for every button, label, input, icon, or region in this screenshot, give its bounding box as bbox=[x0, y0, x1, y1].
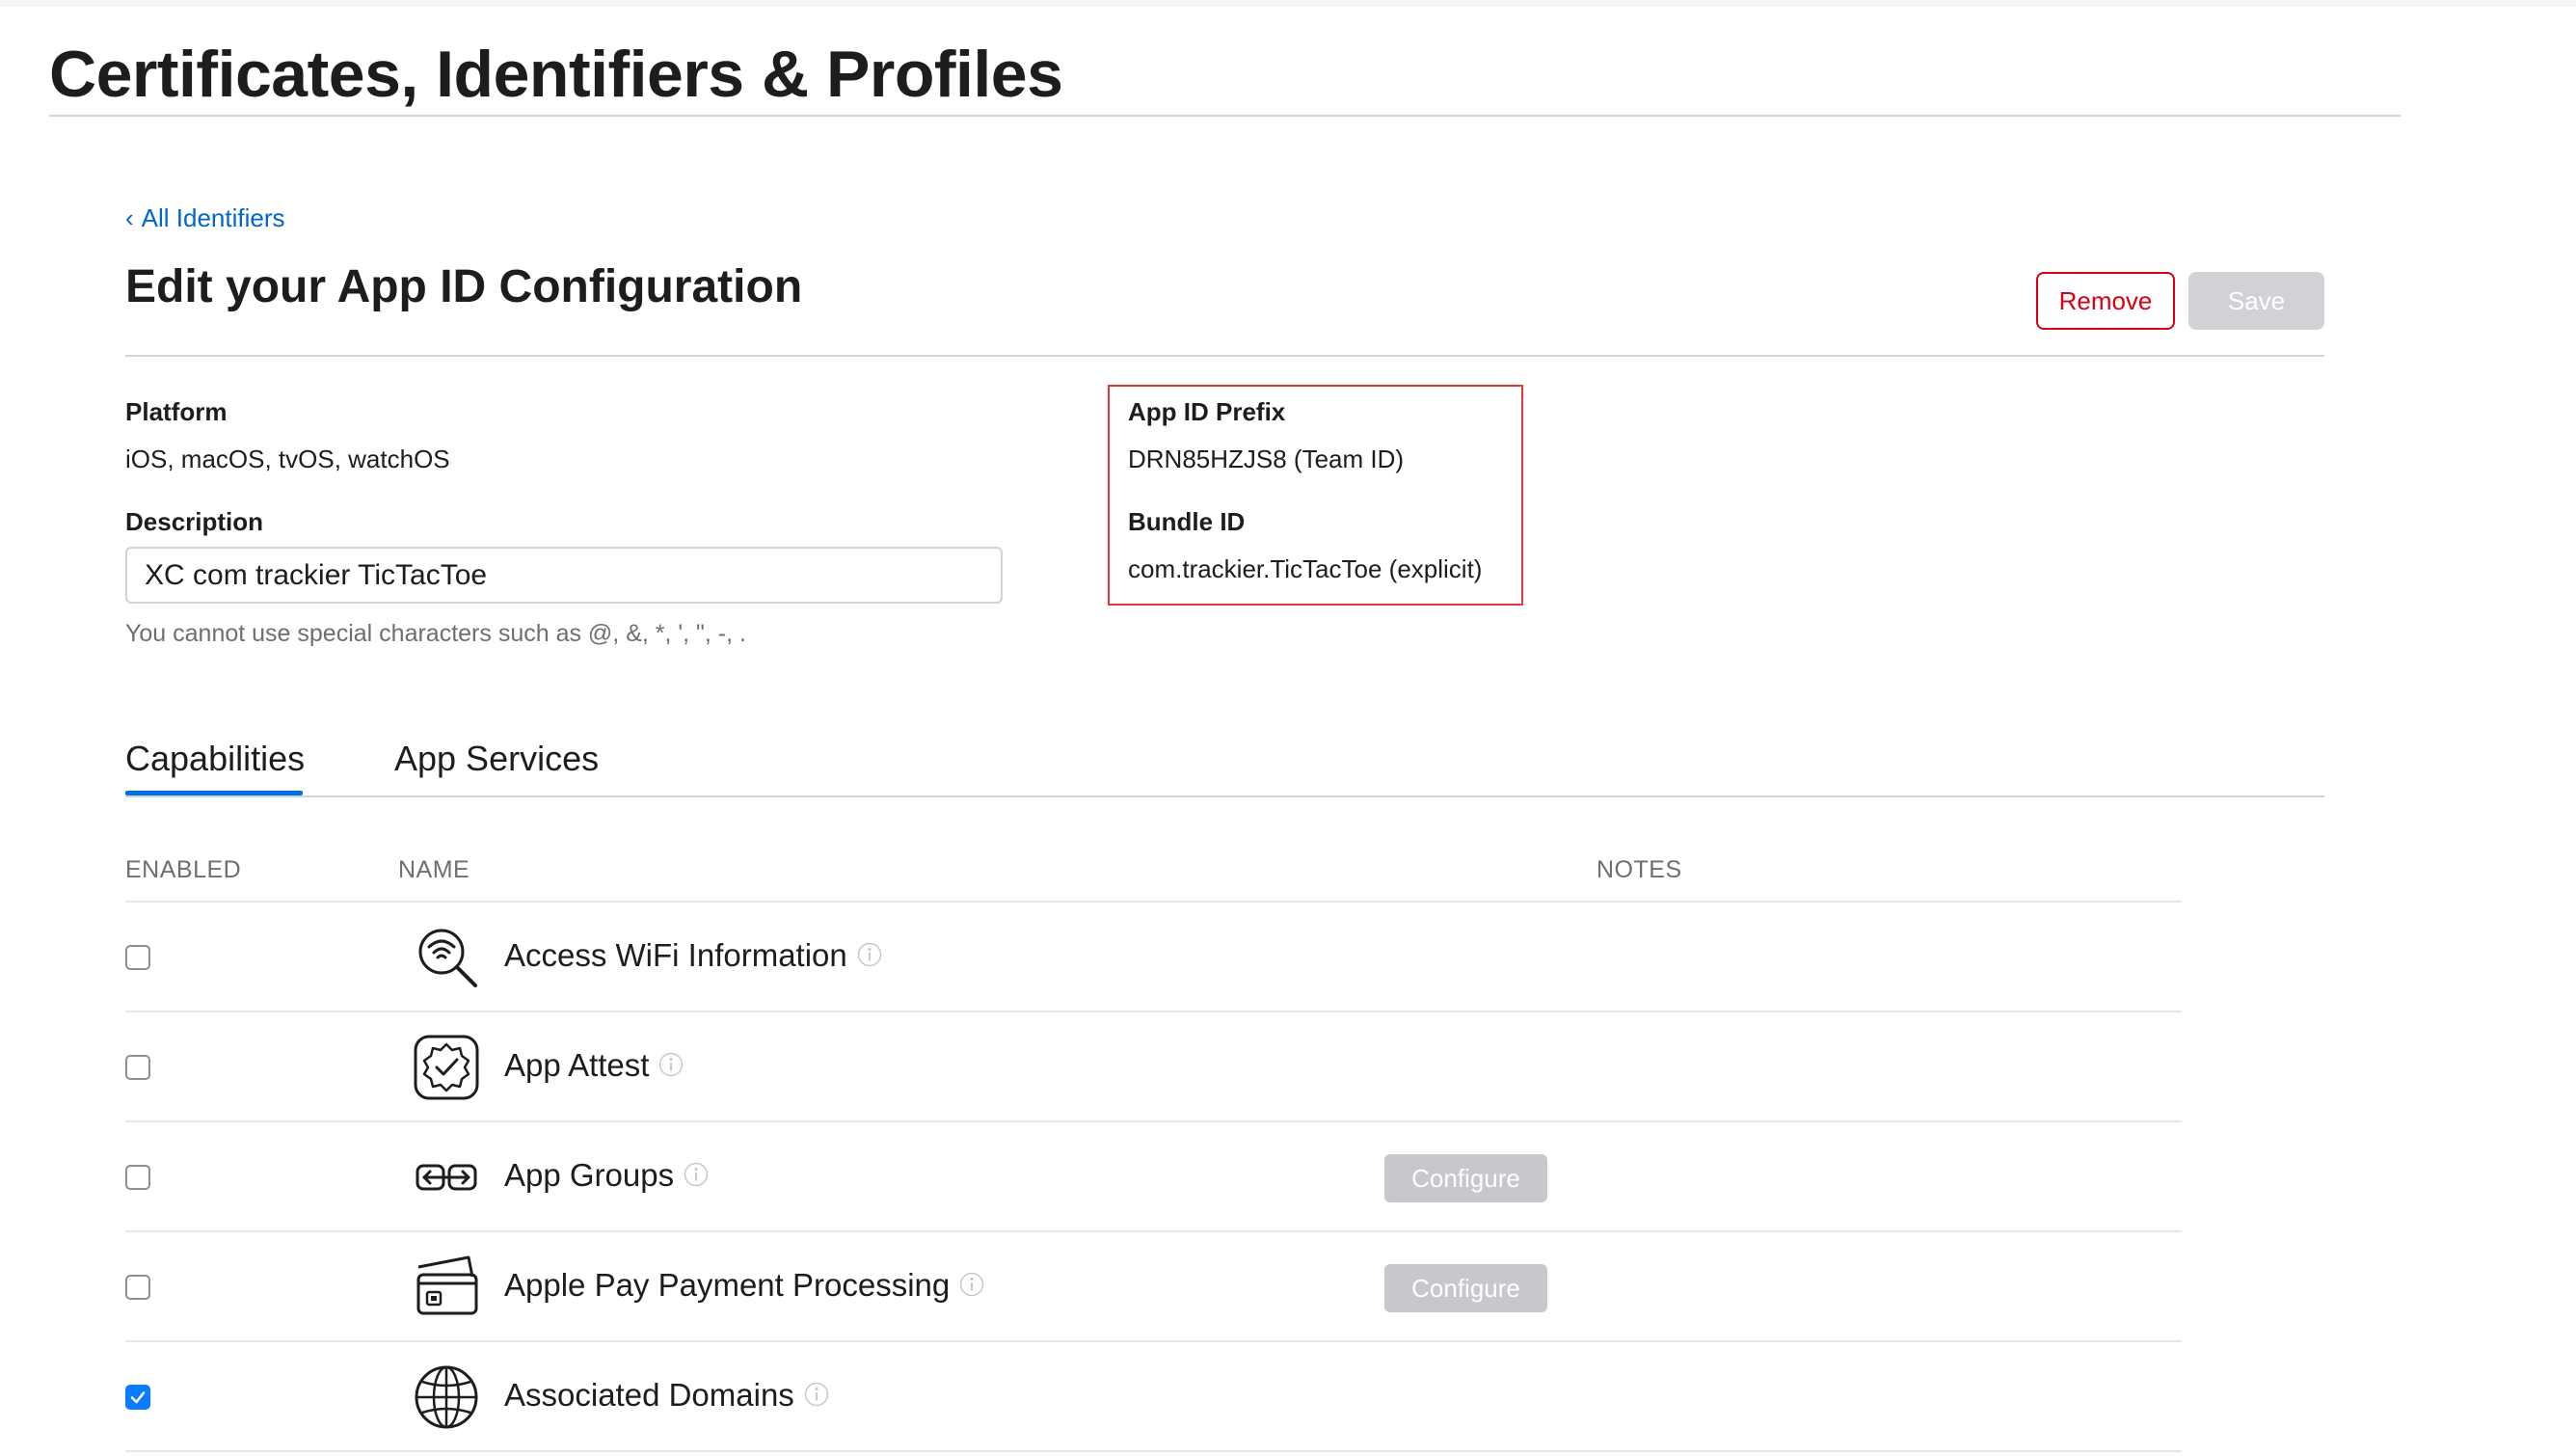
info-icon[interactable] bbox=[658, 1052, 684, 1077]
bundle-id-label: Bundle ID bbox=[1128, 507, 1246, 536]
description-label: Description bbox=[125, 507, 264, 536]
globe-icon bbox=[415, 1365, 478, 1429]
table-row: App Groups Configure bbox=[125, 1122, 2182, 1232]
tab-app-services[interactable]: App Services bbox=[394, 739, 599, 779]
wifi-search-icon bbox=[418, 929, 477, 987]
configure-button[interactable]: Configure bbox=[1384, 1264, 1547, 1312]
capability-name: App Attest bbox=[504, 1047, 684, 1084]
capability-checkbox[interactable] bbox=[125, 1055, 150, 1080]
row-divider bbox=[125, 1450, 2182, 1452]
description-input[interactable] bbox=[125, 547, 1003, 604]
payment-card-icon bbox=[416, 1255, 478, 1315]
capability-name: Apple Pay Payment Processing bbox=[504, 1267, 984, 1304]
back-to-all-identifiers-link[interactable]: ‹ All Identifiers bbox=[125, 203, 285, 233]
configure-button[interactable]: Configure bbox=[1384, 1154, 1547, 1202]
capability-checkbox[interactable] bbox=[125, 1275, 150, 1300]
verified-badge-icon bbox=[414, 1035, 479, 1100]
description-hint: You cannot use special characters such a… bbox=[125, 620, 746, 647]
table-row: Access WiFi Information bbox=[125, 903, 2182, 1012]
back-link-label: All Identifiers bbox=[141, 203, 285, 232]
app-id-prefix-label: App ID Prefix bbox=[1128, 397, 1286, 426]
section-title: Edit your App ID Configuration bbox=[125, 261, 803, 312]
checkmark-icon bbox=[130, 1391, 146, 1404]
chevron-left-icon: ‹ bbox=[125, 203, 134, 232]
capability-checkbox-checked[interactable] bbox=[125, 1385, 150, 1410]
app-groups-icon bbox=[416, 1164, 477, 1191]
column-header-notes: NOTES bbox=[1597, 856, 1682, 883]
column-header-enabled: ENABLED bbox=[125, 856, 242, 883]
info-icon[interactable] bbox=[684, 1162, 709, 1187]
column-header-name: NAME bbox=[398, 856, 470, 883]
capability-checkbox[interactable] bbox=[125, 1165, 150, 1190]
title-divider bbox=[49, 115, 2401, 117]
table-row: Apple Pay Payment Processing Configure bbox=[125, 1232, 2182, 1342]
table-row: Associated Domains bbox=[125, 1342, 2182, 1452]
app-id-prefix-value: DRN85HZJS8 (Team ID) bbox=[1128, 445, 1405, 473]
remove-button[interactable]: Remove bbox=[2036, 272, 2175, 330]
table-row: App Attest bbox=[125, 1012, 2182, 1122]
top-strip bbox=[0, 0, 2576, 7]
page-title: Certificates, Identifiers & Profiles bbox=[49, 38, 1063, 111]
save-button[interactable]: Save bbox=[2188, 272, 2324, 330]
tab-capabilities[interactable]: Capabilities bbox=[125, 739, 305, 779]
platform-label: Platform bbox=[125, 397, 228, 426]
tabs-divider bbox=[125, 795, 2324, 797]
capability-name: Associated Domains bbox=[504, 1377, 829, 1414]
capability-name: Access WiFi Information bbox=[504, 937, 882, 974]
active-tab-indicator bbox=[125, 791, 303, 795]
capability-name: App Groups bbox=[504, 1157, 709, 1194]
capability-checkbox[interactable] bbox=[125, 945, 150, 970]
bundle-id-value: com.trackier.TicTacToe (explicit) bbox=[1128, 554, 1483, 583]
section-divider bbox=[125, 355, 2324, 357]
info-icon[interactable] bbox=[804, 1382, 829, 1407]
info-icon[interactable] bbox=[959, 1272, 984, 1297]
platform-value: iOS, macOS, tvOS, watchOS bbox=[125, 445, 450, 473]
info-icon[interactable] bbox=[857, 942, 882, 967]
